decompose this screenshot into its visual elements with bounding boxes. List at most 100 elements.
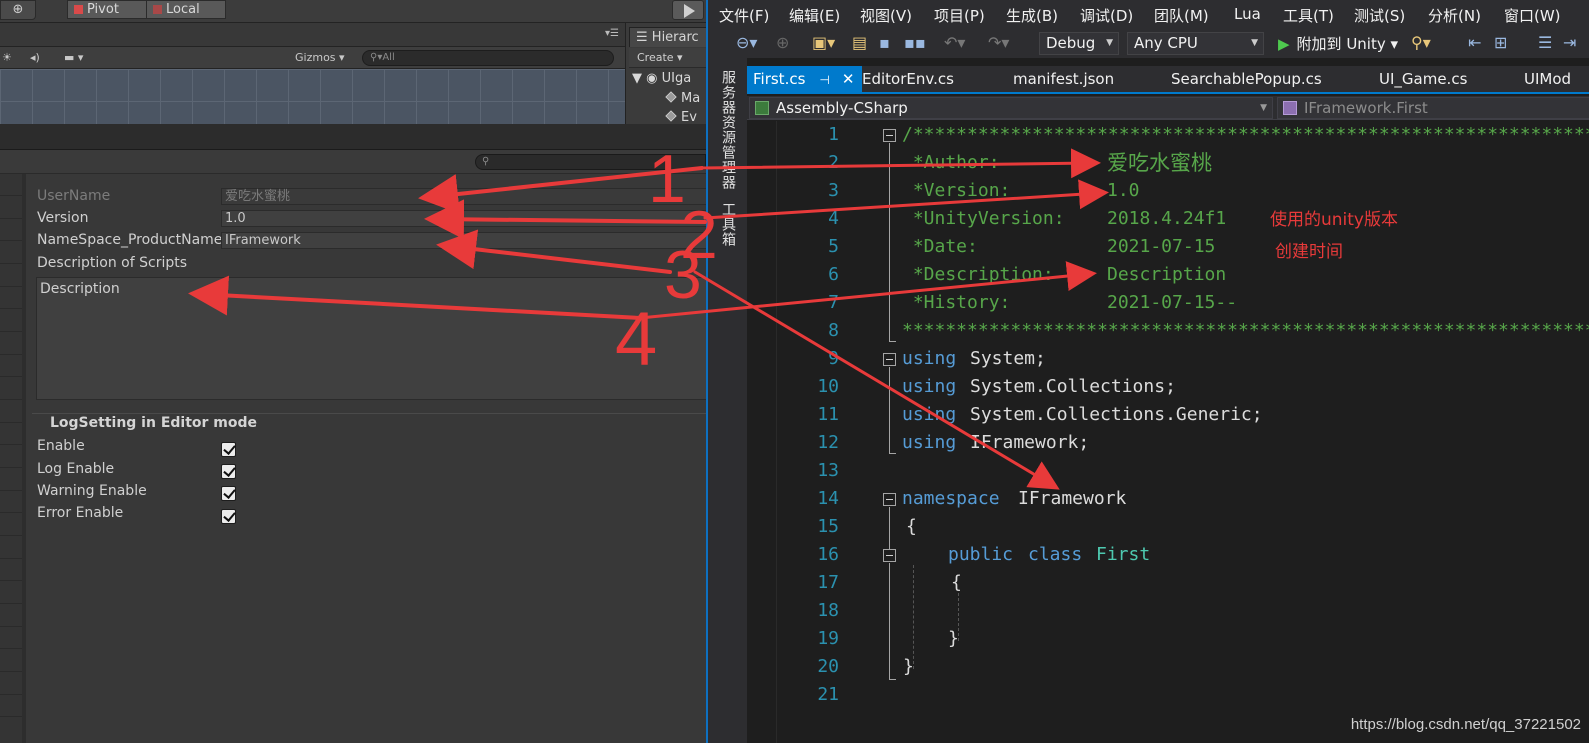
scene-search-input[interactable]: ⚲▾All: [362, 50, 614, 66]
back-icon[interactable]: ⊖▾: [736, 33, 757, 53]
save-all-icon[interactable]: ▪▪: [904, 33, 926, 53]
platform-dropdown[interactable]: Any CPU ▼: [1127, 32, 1264, 55]
menu-file[interactable]: 文件(F): [719, 5, 769, 26]
scene-toolbar: ☀ ◂) ▬ ▾ Gizmos ▾ ⚲▾All: [0, 47, 625, 69]
play-button[interactable]: [672, 0, 704, 20]
tab-editorenv-cs[interactable]: EditorEnv.cs: [862, 66, 954, 92]
lighting-icon[interactable]: ☀: [2, 50, 12, 66]
keyword: using: [902, 348, 957, 369]
log-enable-checkbox[interactable]: [221, 464, 236, 479]
error-enable-checkbox[interactable]: [221, 509, 236, 524]
namespace-name: IFramework: [1018, 488, 1127, 509]
line-number: 20: [817, 656, 839, 677]
comment-icon[interactable]: ☰: [1538, 33, 1552, 53]
error-enable-label: Error Enable: [37, 505, 124, 521]
vs-toolbar: ⊖▾ ⊕ ▣▾ ▤ ▪ ▪▪ ↶▾ ↷▾ Debug ▼ Any CPU ▼ ▶ 附加…: [708, 29, 1589, 58]
redo-icon[interactable]: ↷▾: [988, 33, 1009, 53]
hierarchy-toolbar: Create ▾: [629, 48, 706, 68]
line-number: 21: [817, 684, 839, 705]
hierarchy-item[interactable]: Ma: [665, 90, 700, 108]
unity-scene-icon: ◉: [646, 71, 658, 86]
warning-enable-checkbox[interactable]: [221, 486, 236, 501]
local-toggle[interactable]: Local: [146, 0, 226, 19]
menu-build[interactable]: 生成(B): [1006, 5, 1058, 26]
project-name: Assembly-CSharp: [776, 99, 908, 117]
effects-icon[interactable]: ▬ ▾: [64, 50, 83, 66]
menu-edit[interactable]: 编辑(E): [789, 5, 840, 26]
new-item-icon[interactable]: ▣▾: [812, 33, 835, 53]
navigation-bar: Assembly-CSharp ▼ IFramework.First: [747, 96, 1589, 120]
menu-tools[interactable]: 工具(T): [1283, 5, 1334, 26]
menu-view[interactable]: 视图(V): [860, 5, 912, 26]
close-icon[interactable]: ✕: [842, 70, 855, 88]
namespace-field[interactable]: IFramework: [221, 232, 706, 249]
code-line: 12 using IFramework;: [747, 429, 1589, 457]
tab-first-cs[interactable]: First.cs ⊣ ✕: [747, 66, 863, 92]
code-text: *Date:: [902, 236, 978, 257]
pivot-toggle[interactable]: Pivot: [67, 0, 147, 19]
tab-searchablepopup-cs[interactable]: SearchablePopup.cs: [1171, 66, 1322, 92]
inspector-search-input[interactable]: ⚲: [475, 154, 706, 170]
menu-window[interactable]: 窗口(W): [1504, 5, 1561, 26]
type-dropdown[interactable]: IFramework.First: [1277, 97, 1589, 119]
save-icon[interactable]: ▪: [879, 33, 890, 53]
menu-team[interactable]: 团队(M): [1154, 5, 1209, 26]
version-label: Version: [37, 210, 89, 226]
code-editor[interactable]: 1 /**************************************…: [747, 121, 1589, 743]
project-dropdown[interactable]: Assembly-CSharp ▼: [749, 97, 1273, 119]
find-icon[interactable]: ⚲▾: [1411, 33, 1431, 53]
menu-debug[interactable]: 调试(D): [1080, 5, 1133, 26]
create-label: Create: [637, 51, 674, 64]
description-label: Description of Scripts: [37, 255, 188, 271]
code-line: 17 {: [747, 569, 1589, 597]
date-annotation: 创建时间: [1275, 242, 1343, 262]
tab-manifest-json[interactable]: manifest.json: [1013, 66, 1114, 92]
username-label: UserName: [37, 188, 111, 204]
gizmos-dropdown[interactable]: Gizmos ▾: [295, 50, 345, 66]
editor-window-header: [0, 124, 706, 150]
undo-icon[interactable]: ↶▾: [944, 33, 965, 53]
menu-test[interactable]: 测试(S): [1354, 5, 1405, 26]
panel-menu-icon[interactable]: ▾☰: [605, 28, 619, 39]
code-line: 18: [747, 597, 1589, 625]
code-line: 21: [747, 681, 1589, 709]
pin-icon[interactable]: ⊣: [819, 73, 829, 87]
line-number: 3: [828, 180, 839, 201]
tab-hierarchy[interactable]: ☰ Hierarc: [629, 27, 706, 47]
menu-lua[interactable]: Lua: [1234, 5, 1261, 23]
left-panel-strip: [0, 174, 26, 743]
server-explorer-tab[interactable]: 服务器资源管理器: [718, 70, 738, 190]
unity-version-annotation: 使用的unity版本: [1270, 210, 1398, 230]
layout-icon[interactable]: ⊞: [1494, 33, 1507, 53]
audio-icon[interactable]: ◂): [30, 50, 40, 66]
hierarchy-panel: ☰ Hierarc Create ▾ ▼ ◉ UIga Ma Ev: [625, 23, 706, 125]
menu-analyze[interactable]: 分析(N): [1428, 5, 1481, 26]
line-number: 10: [817, 376, 839, 397]
rotate-tool-icon[interactable]: ⊕: [0, 0, 36, 20]
line-number: 8: [828, 320, 839, 341]
hierarchy-scene-row[interactable]: ▼ ◉ UIga: [632, 70, 691, 88]
create-dropdown[interactable]: Create ▾: [637, 51, 683, 64]
toolbox-tab[interactable]: 工具箱: [718, 202, 738, 247]
code-line: 13: [747, 457, 1589, 485]
description-textarea[interactable]: Description: [36, 277, 706, 400]
tab-uimod[interactable]: UIMod: [1524, 66, 1571, 92]
step-icon[interactable]: ⇤: [1468, 33, 1481, 53]
scene-view[interactable]: [0, 69, 625, 124]
hierarchy-item-label: Ev: [681, 110, 697, 125]
tab-ui-game-cs[interactable]: UI_Game.cs: [1379, 66, 1467, 92]
attach-unity-button[interactable]: ▶ 附加到 Unity ▾: [1278, 33, 1398, 54]
open-icon[interactable]: ▤: [852, 33, 867, 53]
csharp-project-icon: [755, 101, 769, 115]
visual-studio: 文件(F) 编辑(E) 视图(V) 项目(P) 生成(B) 调试(D) 团队(M…: [706, 0, 1589, 743]
inspector-search-row: ⚲: [0, 150, 706, 174]
forward-icon[interactable]: ⊕: [776, 33, 789, 53]
namespace-label: NameSpace_ProductName: [37, 232, 223, 248]
line-number: 7: [828, 292, 839, 313]
version-field[interactable]: 1.0: [221, 210, 706, 227]
enable-checkbox[interactable]: [221, 442, 236, 457]
uncomment-icon[interactable]: ⇥: [1563, 33, 1576, 53]
menu-project[interactable]: 项目(P): [934, 5, 985, 26]
config-dropdown[interactable]: Debug ▼: [1039, 32, 1119, 55]
platform-value: Any CPU: [1134, 34, 1198, 52]
